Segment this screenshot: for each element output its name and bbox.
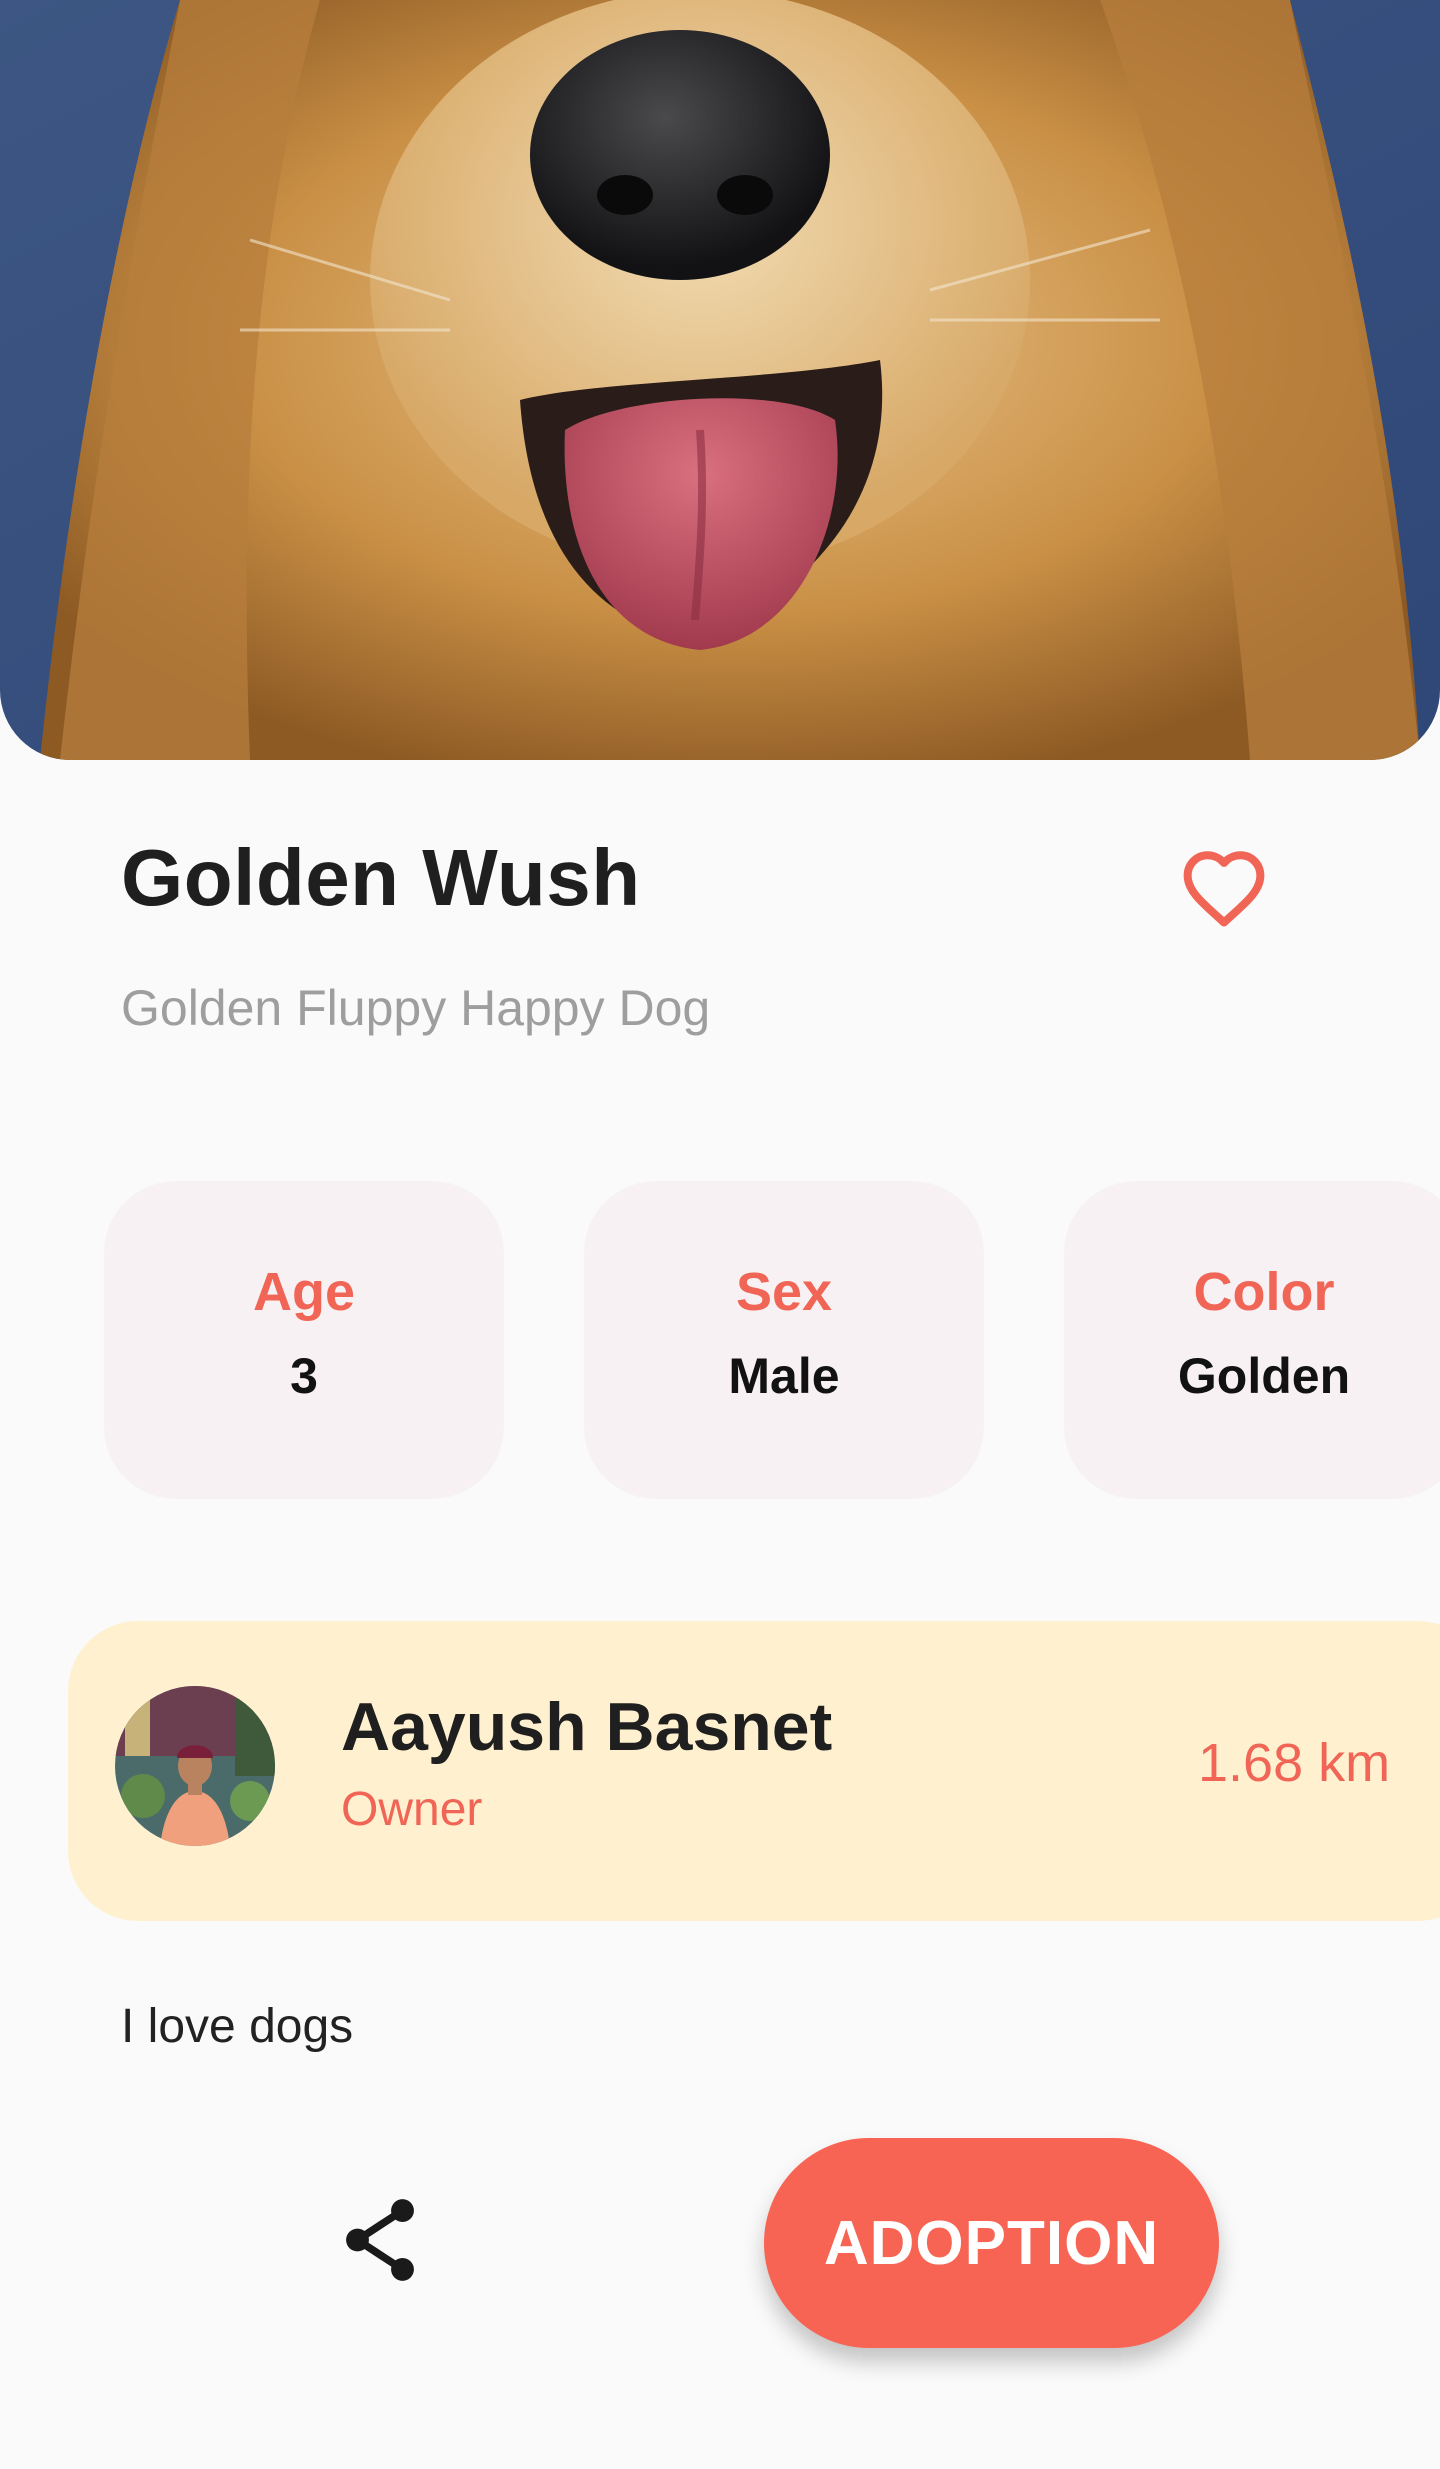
owner-role: Owner xyxy=(341,1783,483,1836)
owner-name: Aayush Basnet xyxy=(341,1689,833,1765)
attribute-value: Male xyxy=(728,1348,840,1404)
owner-distance: 1.68 km xyxy=(1198,1733,1391,1793)
attribute-label: Age xyxy=(252,1262,355,1322)
pet-name: Golden Wush xyxy=(121,833,641,922)
share-button[interactable] xyxy=(330,2190,430,2290)
share-icon xyxy=(346,2199,414,2281)
attribute-label: Sex xyxy=(735,1262,833,1322)
pet-photo xyxy=(0,0,1440,760)
pet-bio: I love dogs xyxy=(121,2000,354,2053)
attribute-label: Color xyxy=(1193,1262,1335,1322)
heart-outline-icon xyxy=(1183,851,1265,927)
dog-photo-illustration xyxy=(0,0,1440,760)
owner-card[interactable]: Aayush Basnet Owner 1.68 km xyxy=(68,1621,1440,1921)
pet-subtitle: Golden Fluppy Happy Dog xyxy=(121,980,711,1036)
adoption-button[interactable]: ADOPTION xyxy=(764,2138,1219,2348)
pet-detail-screen: Golden Wush Golden Fluppy Happy Dog Age … xyxy=(0,0,1440,2469)
attribute-card-color: Color Golden xyxy=(1064,1181,1440,1499)
avatar xyxy=(115,1686,275,1846)
attribute-value: Golden xyxy=(1177,1348,1351,1404)
favorite-button[interactable] xyxy=(1176,840,1272,936)
attribute-card-age: Age 3 xyxy=(104,1181,504,1499)
owner-avatar-photo xyxy=(115,1686,275,1846)
attribute-card-sex: Sex Male xyxy=(584,1181,984,1499)
attribute-value: 3 xyxy=(290,1348,318,1404)
